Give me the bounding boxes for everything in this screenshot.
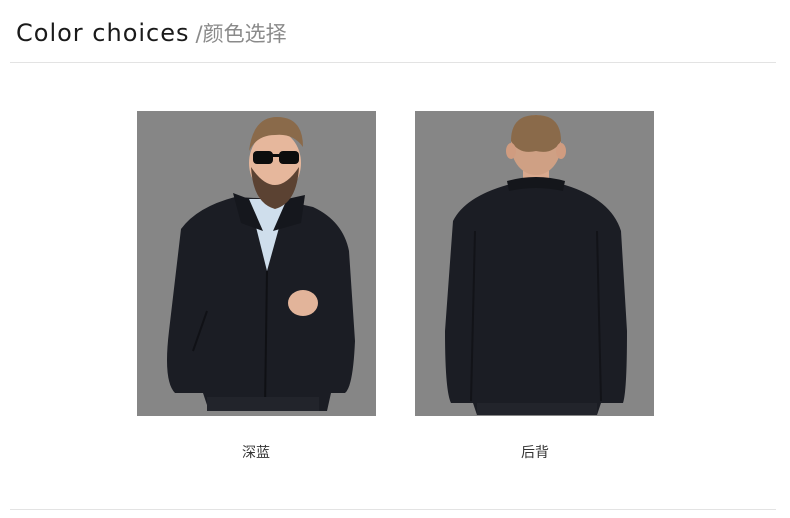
section-header: Color choices/颜色选择 (16, 18, 287, 48)
front-view-figure (137, 111, 376, 416)
section-title: Color choices (16, 19, 190, 47)
color-label-back: 后背 (521, 445, 549, 461)
footer-divider (10, 509, 776, 510)
color-label-front: 深蓝 (242, 445, 270, 461)
product-photo-front (137, 111, 376, 416)
product-photo-back (415, 111, 654, 416)
section-subtitle: /颜色选择 (195, 22, 287, 46)
header-divider (10, 62, 776, 63)
back-view-figure (415, 111, 654, 416)
